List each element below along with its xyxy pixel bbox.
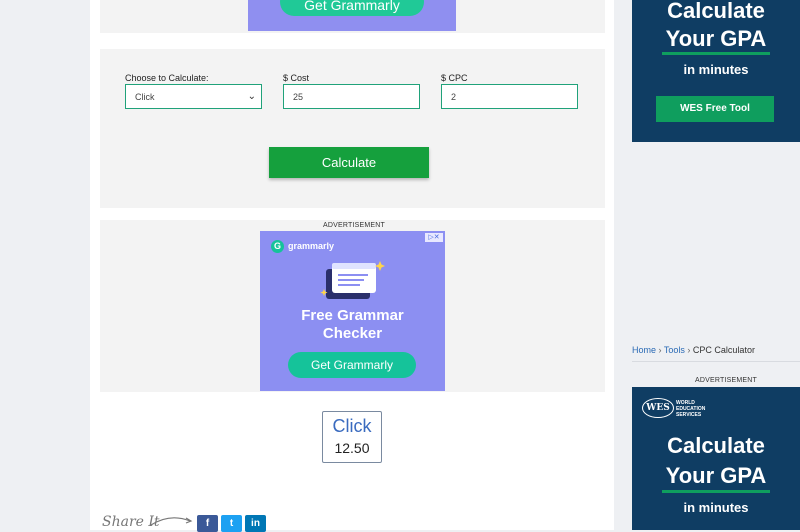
cpc-input[interactable]: 2 <box>441 84 578 109</box>
wes-brand-line3: SERVICES <box>676 412 702 418</box>
ad-choices-icon[interactable]: ▷✕ <box>425 233 443 242</box>
breadcrumb-current: CPC Calculator <box>692 345 755 355</box>
calc-type-select[interactable]: Click ⌄ <box>125 84 262 109</box>
grammarly-headline-line2: Checker <box>322 325 383 342</box>
wes-brand-text: WORLD EDUCATION SERVICES <box>676 400 705 418</box>
breadcrumb: Home › Tools › CPC Calculator <box>632 345 755 355</box>
grammarly-brand: grammarly <box>288 241 335 251</box>
arrow-icon <box>150 517 193 526</box>
top-ad-banner[interactable]: Get Grammarly <box>248 0 456 31</box>
wes-ad-line1: Calculate <box>667 0 765 23</box>
facebook-share-button[interactable]: f <box>197 515 218 532</box>
breadcrumb-home[interactable]: Home <box>632 345 656 355</box>
advertisement-label: ADVERTISEMENT <box>323 222 385 229</box>
breadcrumb-divider <box>632 361 800 362</box>
wes-ad-line2: Your GPA <box>665 26 767 51</box>
sidebar-blank <box>632 142 800 322</box>
cost-input[interactable]: 25 <box>283 84 420 109</box>
calc-type-label: Choose to Calculate: <box>125 73 209 83</box>
wes-ad-line2: Your GPA <box>665 463 767 488</box>
wes-free-tool-button[interactable]: WES Free Tool <box>656 96 774 122</box>
twitter-share-button[interactable]: t <box>221 515 242 532</box>
calculate-button[interactable]: Calculate <box>269 147 429 178</box>
wes-underline <box>662 490 770 493</box>
wes-logo-icon: WES <box>642 398 674 418</box>
sidebar-bottom-ad[interactable]: WES WORLD EDUCATION SERVICES Calculate Y… <box>632 387 800 530</box>
wes-ad-line3: in minutes <box>683 500 749 515</box>
sidebar-advertisement-label: ADVERTISEMENT <box>695 377 757 384</box>
breadcrumb-separator: › <box>658 345 662 355</box>
grammarly-headline: Free Grammar Checker <box>260 307 445 343</box>
wes-ad-line1: Calculate <box>667 433 765 458</box>
wes-underline <box>662 52 770 55</box>
grammarly-ad[interactable]: G grammarly ▷✕ Free Grammar Checker Get … <box>260 231 445 391</box>
grammarly-cta-button[interactable]: Get Grammarly <box>288 352 416 378</box>
linkedin-share-button[interactable]: in <box>245 515 266 532</box>
sidebar-top-ad[interactable]: Calculate Your GPA in minutes WES Free T… <box>632 0 800 142</box>
breadcrumb-separator: › <box>687 345 691 355</box>
document-illustration-icon <box>320 261 385 299</box>
result-label: Click <box>332 416 372 436</box>
wes-ad-line3: in minutes <box>683 62 749 77</box>
top-ad-cta[interactable]: Get Grammarly <box>280 0 424 16</box>
breadcrumb-tools[interactable]: Tools <box>664 345 685 355</box>
result-box: Click 12.50 <box>322 411 382 463</box>
calc-type-value: Click <box>135 92 155 102</box>
chevron-down-icon: ⌄ <box>247 91 256 102</box>
result-value: 12.50 <box>334 440 370 456</box>
cpc-label: $ CPC <box>441 73 468 83</box>
grammarly-logo-icon: G <box>271 240 284 253</box>
grammarly-headline-line1: Free Grammar <box>301 307 404 324</box>
cost-label: $ Cost <box>283 73 310 83</box>
